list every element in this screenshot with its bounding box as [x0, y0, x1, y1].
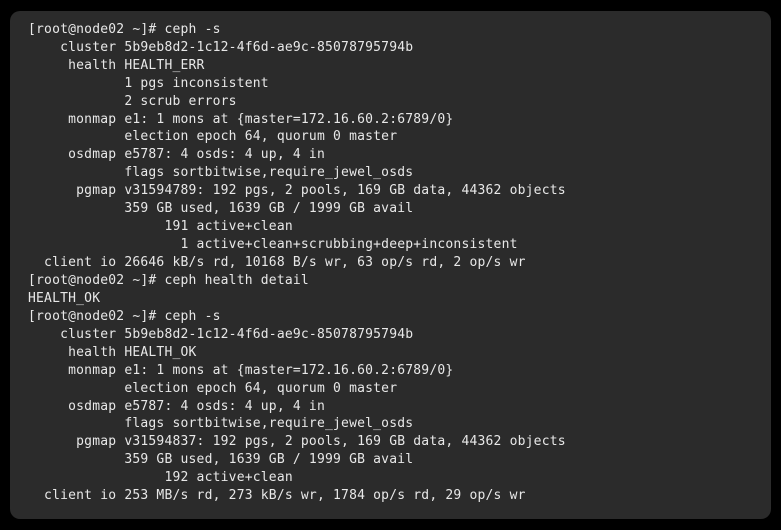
- terminal-line: election epoch 64, quorum 0 master: [28, 128, 753, 146]
- terminal-line: client io 26646 kB/s rd, 10168 B/s wr, 6…: [28, 254, 753, 272]
- terminal-line: [root@node02 ~]# ceph -s: [28, 21, 753, 39]
- terminal-output: [root@node02 ~]# ceph -s cluster 5b9eb8d…: [10, 11, 771, 519]
- terminal-line: osdmap e5787: 4 osds: 4 up, 4 in: [28, 146, 753, 164]
- terminal-line: pgmap v31594789: 192 pgs, 2 pools, 169 G…: [28, 182, 753, 200]
- terminal-line: 1 active+clean+scrubbing+deep+inconsiste…: [28, 236, 753, 254]
- terminal-line: health HEALTH_ERR: [28, 57, 753, 75]
- terminal-line: monmap e1: 1 mons at {master=172.16.60.2…: [28, 111, 753, 129]
- terminal-line: flags sortbitwise,require_jewel_osds: [28, 415, 753, 433]
- terminal-window: [root@node02 ~]# ceph -s cluster 5b9eb8d…: [10, 11, 771, 519]
- terminal-line: 359 GB used, 1639 GB / 1999 GB avail: [28, 200, 753, 218]
- terminal-line: cluster 5b9eb8d2-1c12-4f6d-ae9c-85078795…: [28, 326, 753, 344]
- terminal-line: election epoch 64, quorum 0 master: [28, 380, 753, 398]
- terminal-line: [root@node02 ~]# ceph -s: [28, 308, 753, 326]
- terminal-line: cluster 5b9eb8d2-1c12-4f6d-ae9c-85078795…: [28, 39, 753, 57]
- terminal-line: pgmap v31594837: 192 pgs, 2 pools, 169 G…: [28, 433, 753, 451]
- terminal-line: 192 active+clean: [28, 469, 753, 487]
- terminal-line: [root@node02 ~]# ceph health detail: [28, 272, 753, 290]
- terminal-line: 191 active+clean: [28, 218, 753, 236]
- terminal-line: flags sortbitwise,require_jewel_osds: [28, 164, 753, 182]
- terminal-line: 359 GB used, 1639 GB / 1999 GB avail: [28, 451, 753, 469]
- terminal-line: osdmap e5787: 4 osds: 4 up, 4 in: [28, 398, 753, 416]
- terminal-line: 1 pgs inconsistent: [28, 75, 753, 93]
- terminal-line: HEALTH_OK: [28, 290, 753, 308]
- terminal-line: client io 253 MB/s rd, 273 kB/s wr, 1784…: [28, 487, 753, 505]
- terminal-line: health HEALTH_OK: [28, 344, 753, 362]
- terminal-line: monmap e1: 1 mons at {master=172.16.60.2…: [28, 362, 753, 380]
- terminal-line: 2 scrub errors: [28, 93, 753, 111]
